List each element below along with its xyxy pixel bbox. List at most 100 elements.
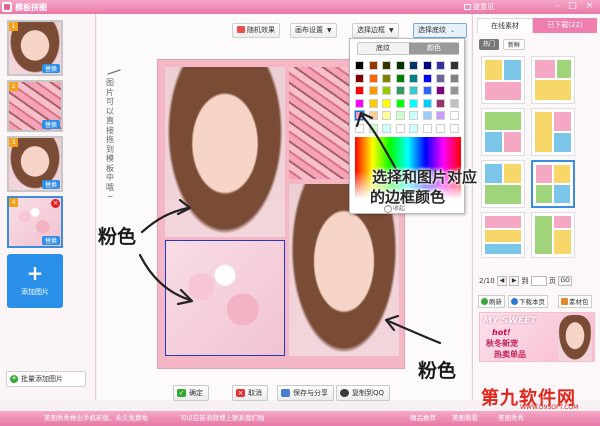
color-swatch[interactable] bbox=[409, 73, 418, 83]
maximize-button[interactable]: □ bbox=[566, 1, 579, 13]
template-thumbnail[interactable] bbox=[481, 56, 525, 104]
color-swatch[interactable] bbox=[436, 73, 445, 83]
replace-button[interactable]: 替换 bbox=[41, 120, 60, 129]
subtab-new[interactable]: 新鲜 bbox=[503, 39, 526, 50]
cancel-button[interactable]: × 取消 bbox=[232, 385, 268, 401]
color-swatch[interactable] bbox=[355, 123, 364, 133]
color-swatch[interactable] bbox=[368, 86, 378, 95]
replace-button[interactable]: 替换 bbox=[41, 236, 60, 245]
tab-online-materials[interactable]: 在线素材 bbox=[477, 18, 533, 33]
color-swatch[interactable] bbox=[382, 73, 391, 83]
replace-button[interactable]: 替换 bbox=[41, 180, 60, 189]
color-swatch[interactable] bbox=[449, 123, 459, 133]
status-item-viewer[interactable]: 美图看看 bbox=[452, 411, 478, 426]
promo-banner[interactable]: MY SWEET hot! 秋冬新宠 热卖单品 bbox=[479, 312, 595, 362]
batch-add-button[interactable]: + 批量添加图片 bbox=[6, 371, 86, 387]
color-swatch[interactable] bbox=[436, 111, 445, 120]
color-swatch[interactable] bbox=[449, 111, 459, 120]
color-swatch[interactable] bbox=[422, 86, 432, 95]
save-share-button[interactable]: 保存与分享 bbox=[277, 385, 334, 401]
subtab-hot[interactable]: 热门 bbox=[479, 39, 500, 50]
page-number-input[interactable] bbox=[530, 276, 547, 286]
color-swatch[interactable] bbox=[368, 123, 378, 133]
feedback-link[interactable]: 提意见 bbox=[473, 2, 494, 12]
choose-border-button[interactable]: 选择边框 ▼ bbox=[352, 23, 399, 38]
color-swatch[interactable] bbox=[355, 111, 364, 120]
color-swatch[interactable] bbox=[355, 73, 364, 83]
go-button[interactable]: GO bbox=[558, 276, 573, 286]
tab-pattern[interactable]: 底纹 bbox=[358, 43, 408, 54]
tab-downloaded[interactable]: 已下载(22) bbox=[533, 18, 597, 33]
color-swatch[interactable] bbox=[436, 61, 445, 70]
color-swatch[interactable] bbox=[409, 111, 418, 120]
color-swatch[interactable] bbox=[368, 61, 378, 70]
prev-page-button[interactable]: ◀ bbox=[496, 276, 507, 286]
next-page-button[interactable]: ▶ bbox=[509, 276, 520, 286]
material-pack-button[interactable]: 素材包 bbox=[558, 295, 592, 308]
feedback-icon[interactable] bbox=[464, 4, 471, 10]
color-swatch[interactable] bbox=[395, 61, 405, 70]
color-swatch[interactable] bbox=[449, 61, 459, 70]
color-swatch[interactable] bbox=[449, 98, 459, 108]
color-swatch[interactable] bbox=[382, 123, 391, 133]
collage-cell-1[interactable] bbox=[165, 67, 285, 237]
status-item-mobile[interactable]: 美图秀秀推出手机新版，永久免费啦 bbox=[44, 411, 148, 426]
tab-color[interactable]: 颜色 bbox=[409, 43, 459, 54]
replace-button[interactable]: 替换 bbox=[41, 64, 60, 73]
color-swatch[interactable] bbox=[409, 123, 418, 133]
color-swatch[interactable] bbox=[382, 98, 391, 108]
status-item-recommend[interactable]: 精品推荐 bbox=[410, 411, 436, 426]
color-swatch[interactable] bbox=[409, 86, 418, 95]
color-swatch[interactable] bbox=[449, 73, 459, 83]
color-swatch[interactable] bbox=[368, 73, 378, 83]
color-swatch[interactable] bbox=[355, 61, 364, 70]
color-swatch[interactable] bbox=[436, 98, 445, 108]
color-swatch[interactable] bbox=[395, 73, 405, 83]
template-thumbnail[interactable] bbox=[481, 212, 525, 258]
color-swatch[interactable] bbox=[368, 98, 378, 108]
template-thumbnail[interactable] bbox=[481, 160, 525, 208]
color-swatch[interactable] bbox=[395, 98, 405, 108]
download-page-button[interactable]: 下载本页 bbox=[508, 295, 548, 308]
color-swatch[interactable] bbox=[382, 111, 391, 120]
color-swatch[interactable] bbox=[422, 98, 432, 108]
color-swatch[interactable] bbox=[422, 123, 432, 133]
color-swatch[interactable] bbox=[422, 73, 432, 83]
color-swatch[interactable] bbox=[422, 111, 432, 120]
color-swatch[interactable] bbox=[436, 86, 445, 95]
photo-thumbnail-1[interactable]: 1 替换 bbox=[7, 20, 63, 76]
delete-photo-button[interactable]: × bbox=[51, 199, 60, 208]
minimize-button[interactable]: – bbox=[551, 1, 564, 13]
color-swatch[interactable] bbox=[395, 111, 405, 120]
color-swatch[interactable] bbox=[395, 86, 405, 95]
template-thumbnail[interactable] bbox=[531, 56, 575, 104]
choose-pattern-button[interactable]: 选择底纹 ⌄ bbox=[413, 23, 467, 38]
copy-to-qq-button[interactable]: 复制到QQ bbox=[336, 385, 391, 401]
template-thumbnail[interactable] bbox=[531, 108, 575, 156]
color-swatch[interactable] bbox=[422, 61, 432, 70]
color-swatch[interactable] bbox=[355, 86, 364, 95]
confirm-button[interactable]: ✓ 确定 bbox=[173, 385, 209, 401]
color-swatch[interactable] bbox=[382, 61, 391, 70]
status-item-xiuxiu[interactable]: 美图秀秀 bbox=[498, 411, 524, 426]
color-swatch[interactable] bbox=[395, 123, 405, 133]
color-swatch[interactable] bbox=[382, 86, 391, 95]
color-swatch[interactable] bbox=[368, 111, 378, 120]
collage-cell-3[interactable] bbox=[165, 240, 285, 356]
template-thumbnail[interactable] bbox=[481, 108, 525, 156]
photo-thumbnail-4[interactable]: 4 × 替换 bbox=[7, 196, 63, 248]
template-thumbnail-selected[interactable] bbox=[531, 160, 575, 208]
color-swatch[interactable] bbox=[409, 98, 418, 108]
template-thumbnail[interactable] bbox=[531, 212, 575, 258]
add-photo-button[interactable]: + 添加图片 bbox=[7, 254, 63, 308]
refresh-button[interactable]: 刷新 bbox=[478, 295, 505, 308]
color-swatch[interactable] bbox=[409, 61, 418, 70]
color-swatch[interactable] bbox=[436, 123, 445, 133]
color-swatch[interactable] bbox=[355, 98, 364, 108]
random-effect-button[interactable]: 随机效果 bbox=[232, 23, 280, 38]
color-swatch[interactable] bbox=[449, 86, 459, 95]
photo-thumbnail-2[interactable]: 2 替换 bbox=[7, 80, 63, 132]
status-item-weibo[interactable]: 可以在新浪微博上联系我们啦 bbox=[180, 411, 265, 426]
canvas-settings-button[interactable]: 画布设置 ▼ bbox=[290, 23, 337, 38]
photo-thumbnail-3[interactable]: 3 替换 bbox=[7, 136, 63, 192]
